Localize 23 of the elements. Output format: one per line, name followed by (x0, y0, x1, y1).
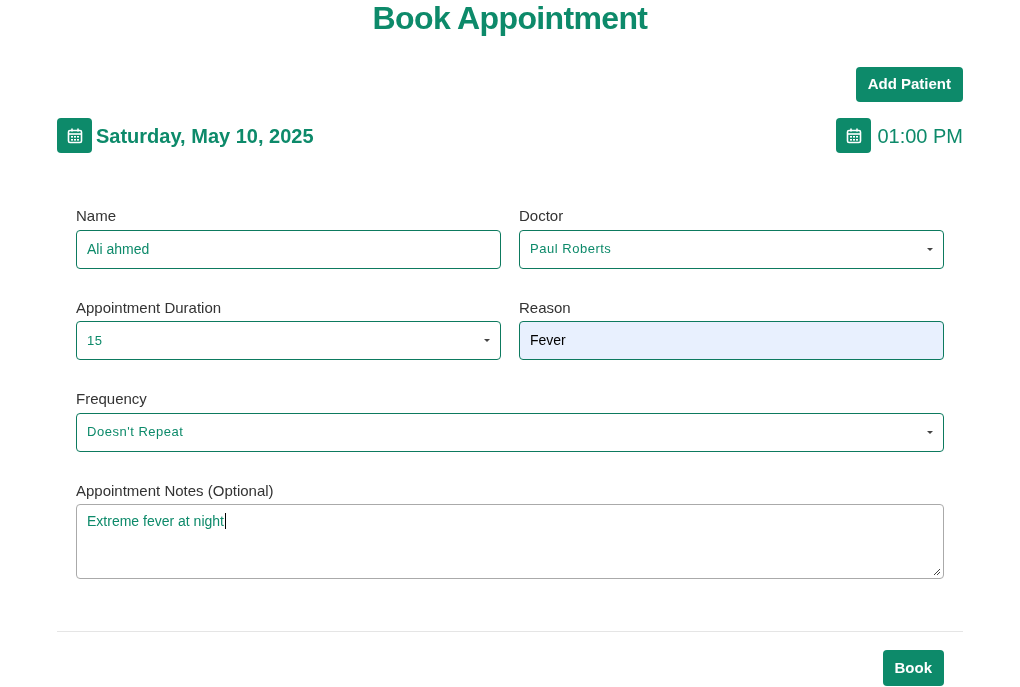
textarea-field[interactable]: Extreme fever at night (76, 504, 944, 579)
field-label: Doctor (519, 206, 564, 226)
caret-icon (927, 430, 933, 434)
field-label: Frequency (76, 389, 147, 409)
field-label: Name (76, 206, 116, 226)
page-title: Book Appointment (372, 0, 648, 38)
appointment-time: 01:00 PM (877, 123, 963, 149)
calendar-icon (57, 118, 92, 153)
select-field[interactable]: Paul Roberts (519, 229, 944, 269)
input-field[interactable]: Fever (519, 321, 944, 360)
select-field[interactable]: Doesn't Repeat (76, 412, 944, 452)
caret-icon (927, 247, 933, 251)
field-label: Reason (519, 297, 571, 318)
input-field[interactable]: Ali ahmed (76, 229, 501, 269)
calendar-icon (836, 118, 872, 153)
field-label: Appointment Notes (Optional) (76, 480, 274, 501)
book-button[interactable]: Book (882, 650, 944, 686)
field-label: Appointment Duration (76, 297, 222, 318)
add-patient-button[interactable]: Add Patient (855, 67, 963, 102)
select-field[interactable]: 15 (76, 321, 501, 360)
resize-handle-icon (933, 568, 941, 576)
appointment-date: Saturday, May 10, 2025 (96, 123, 314, 149)
caret-icon (484, 339, 490, 342)
